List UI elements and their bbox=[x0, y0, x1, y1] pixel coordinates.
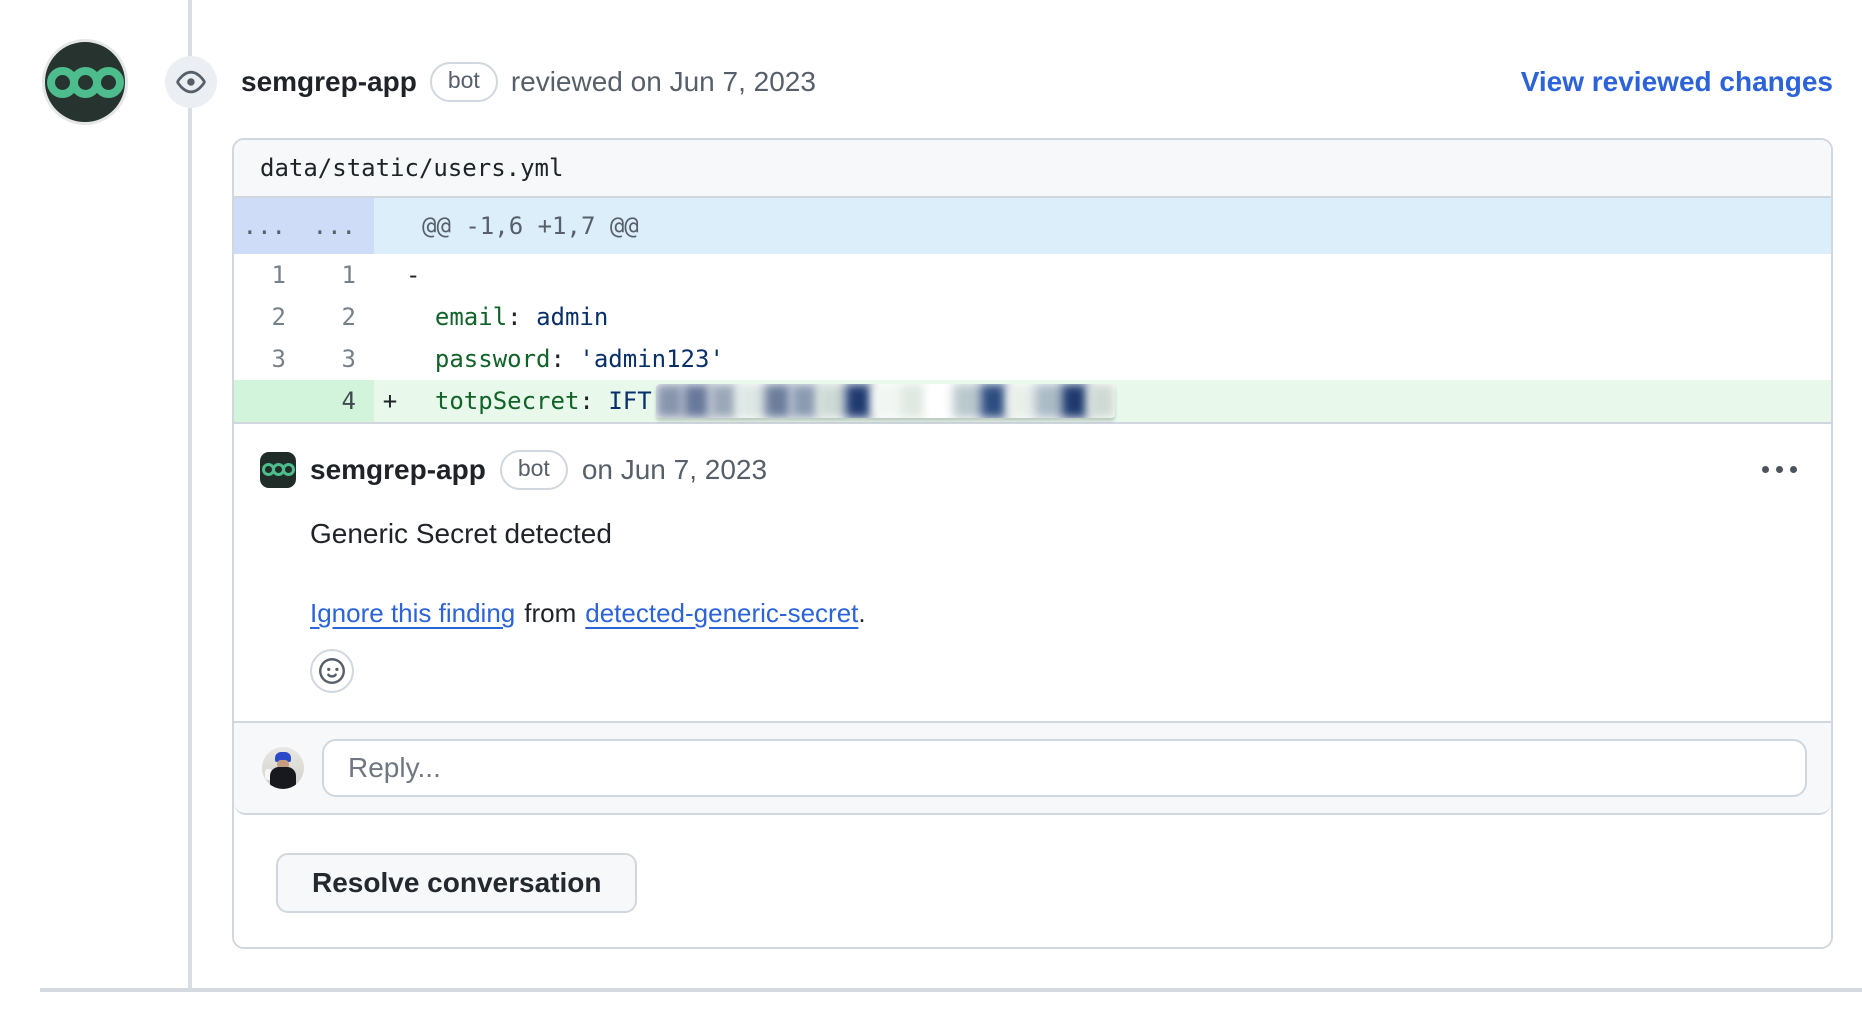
hunk-header: @@ -1,6 +1,7 @@ bbox=[374, 198, 1831, 254]
code-segment: : bbox=[507, 303, 536, 331]
file-path-link[interactable]: data/static/users.yml bbox=[260, 154, 563, 182]
line-number: 3 bbox=[304, 338, 374, 380]
line-number: 4 bbox=[304, 380, 374, 422]
links-separator-text: from bbox=[524, 598, 576, 628]
review-action-text: reviewed on Jun 7, 2023 bbox=[511, 66, 816, 98]
add-reaction-button[interactable] bbox=[310, 649, 354, 693]
resolve-area: Resolve conversation bbox=[234, 815, 1831, 947]
diff-row: 4+ totpSecret: IFT bbox=[234, 380, 1831, 422]
timeline-item-divider bbox=[40, 988, 1862, 992]
line-number: 2 bbox=[234, 296, 304, 338]
bot-badge: bot bbox=[430, 62, 498, 102]
reply-footer bbox=[234, 721, 1831, 815]
code-segment: email bbox=[435, 303, 507, 331]
review-event-header: semgrep-app bot reviewed on Jun 7, 2023 … bbox=[42, 38, 1833, 126]
code-segment: 'admin123' bbox=[579, 345, 724, 373]
review-event-badge bbox=[165, 56, 217, 108]
redacted-secret bbox=[656, 384, 1115, 418]
code-segment: totpSecret bbox=[435, 387, 580, 415]
line-number: 3 bbox=[234, 338, 304, 380]
view-reviewed-changes-link[interactable]: View reviewed changes bbox=[1521, 66, 1833, 98]
resolve-conversation-button[interactable]: Resolve conversation bbox=[276, 853, 637, 913]
diff-marker: + bbox=[374, 387, 406, 415]
diff-row: 22 email: admin bbox=[234, 296, 1831, 338]
timeline-line bbox=[188, 0, 192, 988]
review-title: semgrep-app bot reviewed on Jun 7, 2023 bbox=[241, 62, 816, 102]
diff-file-header: data/static/users.yml bbox=[234, 140, 1831, 198]
comment-author[interactable]: semgrep-app bbox=[310, 454, 486, 486]
semgrep-avatar-small[interactable] bbox=[260, 452, 296, 488]
code-segment bbox=[406, 303, 435, 331]
diff-code-cell: - bbox=[374, 254, 1831, 296]
period-text: . bbox=[858, 598, 865, 628]
code-segment: admin bbox=[536, 303, 608, 331]
comment-options-button[interactable] bbox=[1758, 456, 1801, 483]
line-number: 2 bbox=[304, 296, 374, 338]
review-card: data/static/users.yml ... ... @@ -1,6 +1… bbox=[232, 138, 1833, 949]
diff-row: 33 password: 'admin123' bbox=[234, 338, 1831, 380]
diff-code-cell: + totpSecret: IFT bbox=[374, 380, 1831, 422]
bot-badge: bot bbox=[500, 450, 568, 490]
kebab-horizontal-icon bbox=[1762, 466, 1769, 473]
code-segment: : bbox=[579, 387, 608, 415]
line-number bbox=[234, 380, 304, 422]
eye-icon bbox=[176, 67, 206, 97]
code-segment bbox=[406, 387, 435, 415]
line-number: 1 bbox=[234, 254, 304, 296]
diff-rows: 11-22 email: admin33 password: 'admin123… bbox=[234, 254, 1831, 422]
diff-hunk-row: ... ... @@ -1,6 +1,7 @@ bbox=[234, 198, 1831, 254]
code-segment: - bbox=[406, 261, 420, 289]
diff-code-cell: email: admin bbox=[374, 296, 1831, 338]
hunk-old-ellipsis: ... bbox=[234, 198, 304, 254]
review-author[interactable]: semgrep-app bbox=[241, 66, 417, 98]
comment-body: Generic Secret detected bbox=[234, 518, 1831, 550]
reply-input[interactable] bbox=[322, 739, 1807, 797]
comment-thread: semgrep-app bot on Jun 7, 2023 Generic S… bbox=[234, 422, 1831, 815]
user-avatar[interactable] bbox=[262, 747, 304, 789]
code-segment bbox=[406, 345, 435, 373]
comment-footer-links: Ignore this finding from detected-generic-… bbox=[234, 598, 1831, 629]
comment-date[interactable]: on Jun 7, 2023 bbox=[582, 454, 767, 486]
rule-link[interactable]: detected-generic-secret bbox=[585, 598, 858, 628]
semgrep-logo-icon bbox=[47, 67, 124, 98]
diff-row: 11 - bbox=[234, 254, 1831, 296]
ignore-finding-link[interactable]: Ignore this finding bbox=[310, 598, 515, 628]
code-segment: : bbox=[551, 345, 580, 373]
diff-table: ... ... @@ -1,6 +1,7 @@ 11 - 22 email: adm… bbox=[234, 198, 1831, 422]
code-segment: password bbox=[435, 345, 551, 373]
hunk-new-ellipsis: ... bbox=[304, 198, 374, 254]
code-segment: IFT bbox=[608, 387, 651, 415]
diff-code-cell: password: 'admin123' bbox=[374, 338, 1831, 380]
semgrep-avatar-large[interactable] bbox=[42, 39, 128, 125]
smiley-icon bbox=[319, 658, 345, 684]
line-number: 1 bbox=[304, 254, 374, 296]
comment-header: semgrep-app bot on Jun 7, 2023 bbox=[234, 424, 1831, 490]
semgrep-logo-icon bbox=[262, 463, 295, 476]
